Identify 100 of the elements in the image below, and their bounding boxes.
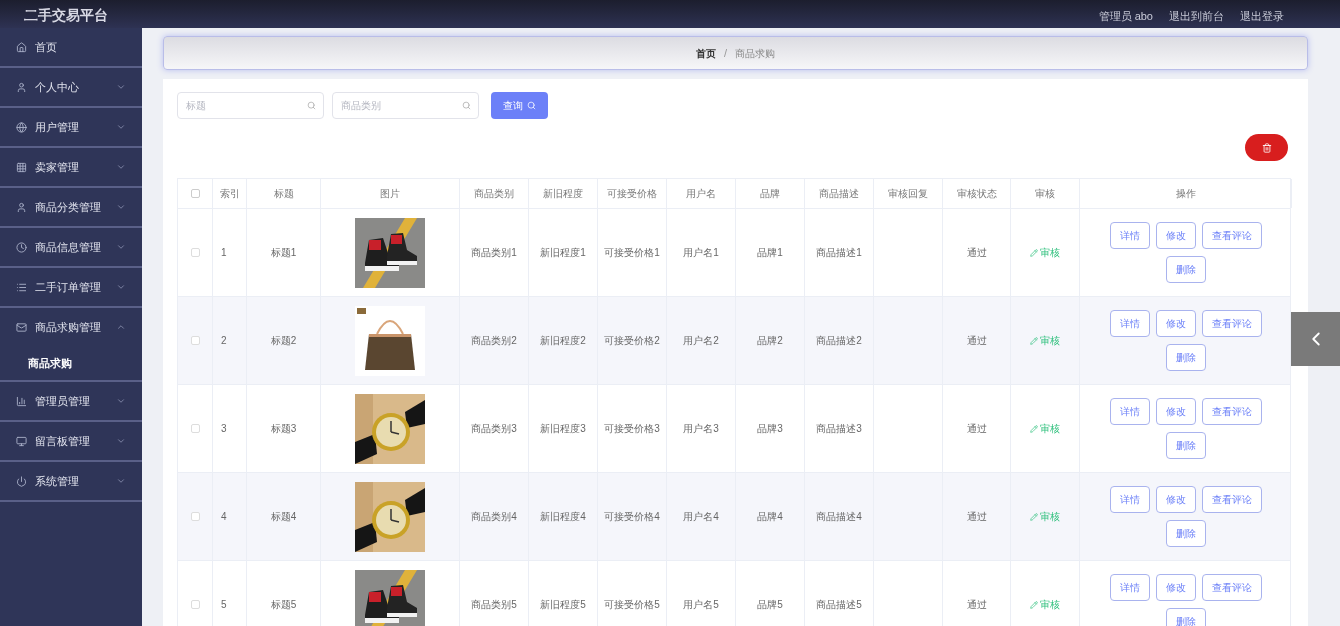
sidebar-item[interactable]: 留言板管理 [0,422,142,460]
action-button[interactable]: 查看评论 [1202,486,1262,513]
action-button[interactable]: 查看评论 [1202,398,1262,425]
action-button[interactable]: 查看评论 [1202,310,1262,337]
column-header: 审核回复 [888,187,928,201]
action-button[interactable]: 删除 [1166,520,1206,547]
table-cell-text: 2 [221,334,227,348]
table-cell-text: 5 [221,598,227,612]
sidebar-item[interactable]: 系统管理 [0,462,142,500]
table-cell-text: 用户名1 [683,246,719,260]
pencil-icon [1030,600,1038,609]
sidebar-item[interactable]: 商品分类管理 [0,188,142,226]
list-icon [16,281,27,293]
sidebar-item[interactable]: 卖家管理 [0,148,142,186]
sidebar-item[interactable]: 首页 [0,28,142,66]
clock-icon [16,241,27,253]
chevron-down-icon [116,202,126,212]
audit-link[interactable]: 审核 [1030,509,1060,524]
action-button[interactable]: 查看评论 [1202,222,1262,249]
chevron-down-icon [116,476,126,486]
pencil-icon [1030,424,1038,433]
action-button[interactable]: 删除 [1166,608,1206,626]
sidebar-item[interactable]: 用户管理 [0,108,142,146]
table-cell-text: 用户名2 [683,334,719,348]
action-button[interactable]: 修改 [1156,398,1196,425]
breadcrumb-link[interactable]: 首页 [695,45,716,61]
sidebar-item[interactable]: 商品信息管理 [0,228,142,266]
checkbox[interactable] [190,248,200,257]
action-button[interactable]: 详情 [1110,398,1150,425]
audit-link[interactable]: 审核 [1030,597,1060,612]
action-button[interactable]: 查看评论 [1202,574,1262,601]
audit-link[interactable]: 审核 [1030,421,1060,436]
action-button[interactable]: 详情 [1110,310,1150,337]
pencil-icon [1030,512,1038,521]
mail-icon [16,321,27,333]
action-button[interactable]: 修改 [1156,486,1196,513]
chevron-down-icon [116,162,126,172]
table-cell-text: 商品描述1 [816,246,862,260]
checkbox[interactable] [190,336,200,345]
table-cell-text: 标题1 [270,246,297,260]
table-cell-text: 品牌4 [757,510,783,524]
sidebar-item[interactable]: 个人中心 [0,68,142,106]
table-cell-text: 可接受价格5 [604,598,660,612]
action-button[interactable]: 详情 [1110,574,1150,601]
bar-chart-icon [16,395,27,407]
table-cell-text: 标题5 [270,598,297,612]
table-cell-text: 新旧程度1 [540,246,586,260]
search-icon [307,101,316,110]
action-button[interactable]: 详情 [1110,222,1150,249]
checkbox[interactable] [190,512,200,521]
column-header: 图片 [380,187,400,201]
column-header: 可接受价格 [607,187,657,201]
table-cell-text: 用户名3 [683,422,719,436]
checkbox[interactable] [190,189,200,198]
table-cell-text: 1 [221,246,227,260]
column-header: 用户名 [686,187,716,201]
header-link[interactable]: 退出到前台 [1169,11,1224,22]
action-button[interactable]: 修改 [1156,222,1196,249]
chevron-down-icon [116,396,126,406]
header-link[interactable]: 管理员 abo [1098,11,1153,22]
chevron-down-icon [116,242,126,252]
table-cell-text: 3 [221,422,227,436]
chevron-down-icon [116,122,126,132]
table-cell-text: 可接受价格2 [604,334,660,348]
sidebar-item[interactable]: 管理员管理 [0,382,142,420]
audit-link[interactable]: 审核 [1030,333,1060,348]
checkbox[interactable] [190,600,200,609]
table-cell-text: 标题3 [270,422,297,436]
sidebar-item[interactable]: 商品求购管理 [0,308,142,346]
header-link[interactable]: 退出登录 [1240,11,1284,22]
action-button[interactable]: 删除 [1166,344,1206,371]
column-header: 索引 [219,187,240,201]
home-icon [16,41,27,53]
table-cell-text: 新旧程度2 [540,334,586,348]
chevron-down-icon [116,282,126,292]
table-cell-text: 品牌5 [757,598,783,612]
action-button[interactable]: 详情 [1110,486,1150,513]
submenu-item[interactable]: 商品求购 [0,346,142,380]
table-cell-text: 新旧程度4 [540,510,586,524]
checkbox[interactable] [190,424,200,433]
action-button[interactable]: 删除 [1166,432,1206,459]
column-header: 商品类别 [474,187,514,201]
column-header: 品牌 [760,187,780,201]
action-button[interactable]: 删除 [1166,256,1206,283]
search-field[interactable]: 商品类别 [332,92,479,119]
audit-link[interactable]: 审核 [1030,245,1060,260]
query-button[interactable]: 查询 [491,92,548,119]
delete-button[interactable] [1245,134,1288,161]
table-cell-text: 商品类别5 [471,598,517,612]
table-cell-text: 品牌3 [757,422,783,436]
column-header: 操作 [1175,187,1196,201]
action-button[interactable]: 修改 [1156,574,1196,601]
monitor-icon [16,435,27,447]
search-field[interactable]: 标题 [177,92,324,119]
sidebar-item[interactable]: 二手订单管理 [0,268,142,306]
breadcrumb-link[interactable]: 商品求购 [735,45,776,61]
grid-icon [16,161,27,173]
action-button[interactable]: 修改 [1156,310,1196,337]
collapse-button[interactable] [1291,312,1340,366]
search-icon [462,101,471,110]
